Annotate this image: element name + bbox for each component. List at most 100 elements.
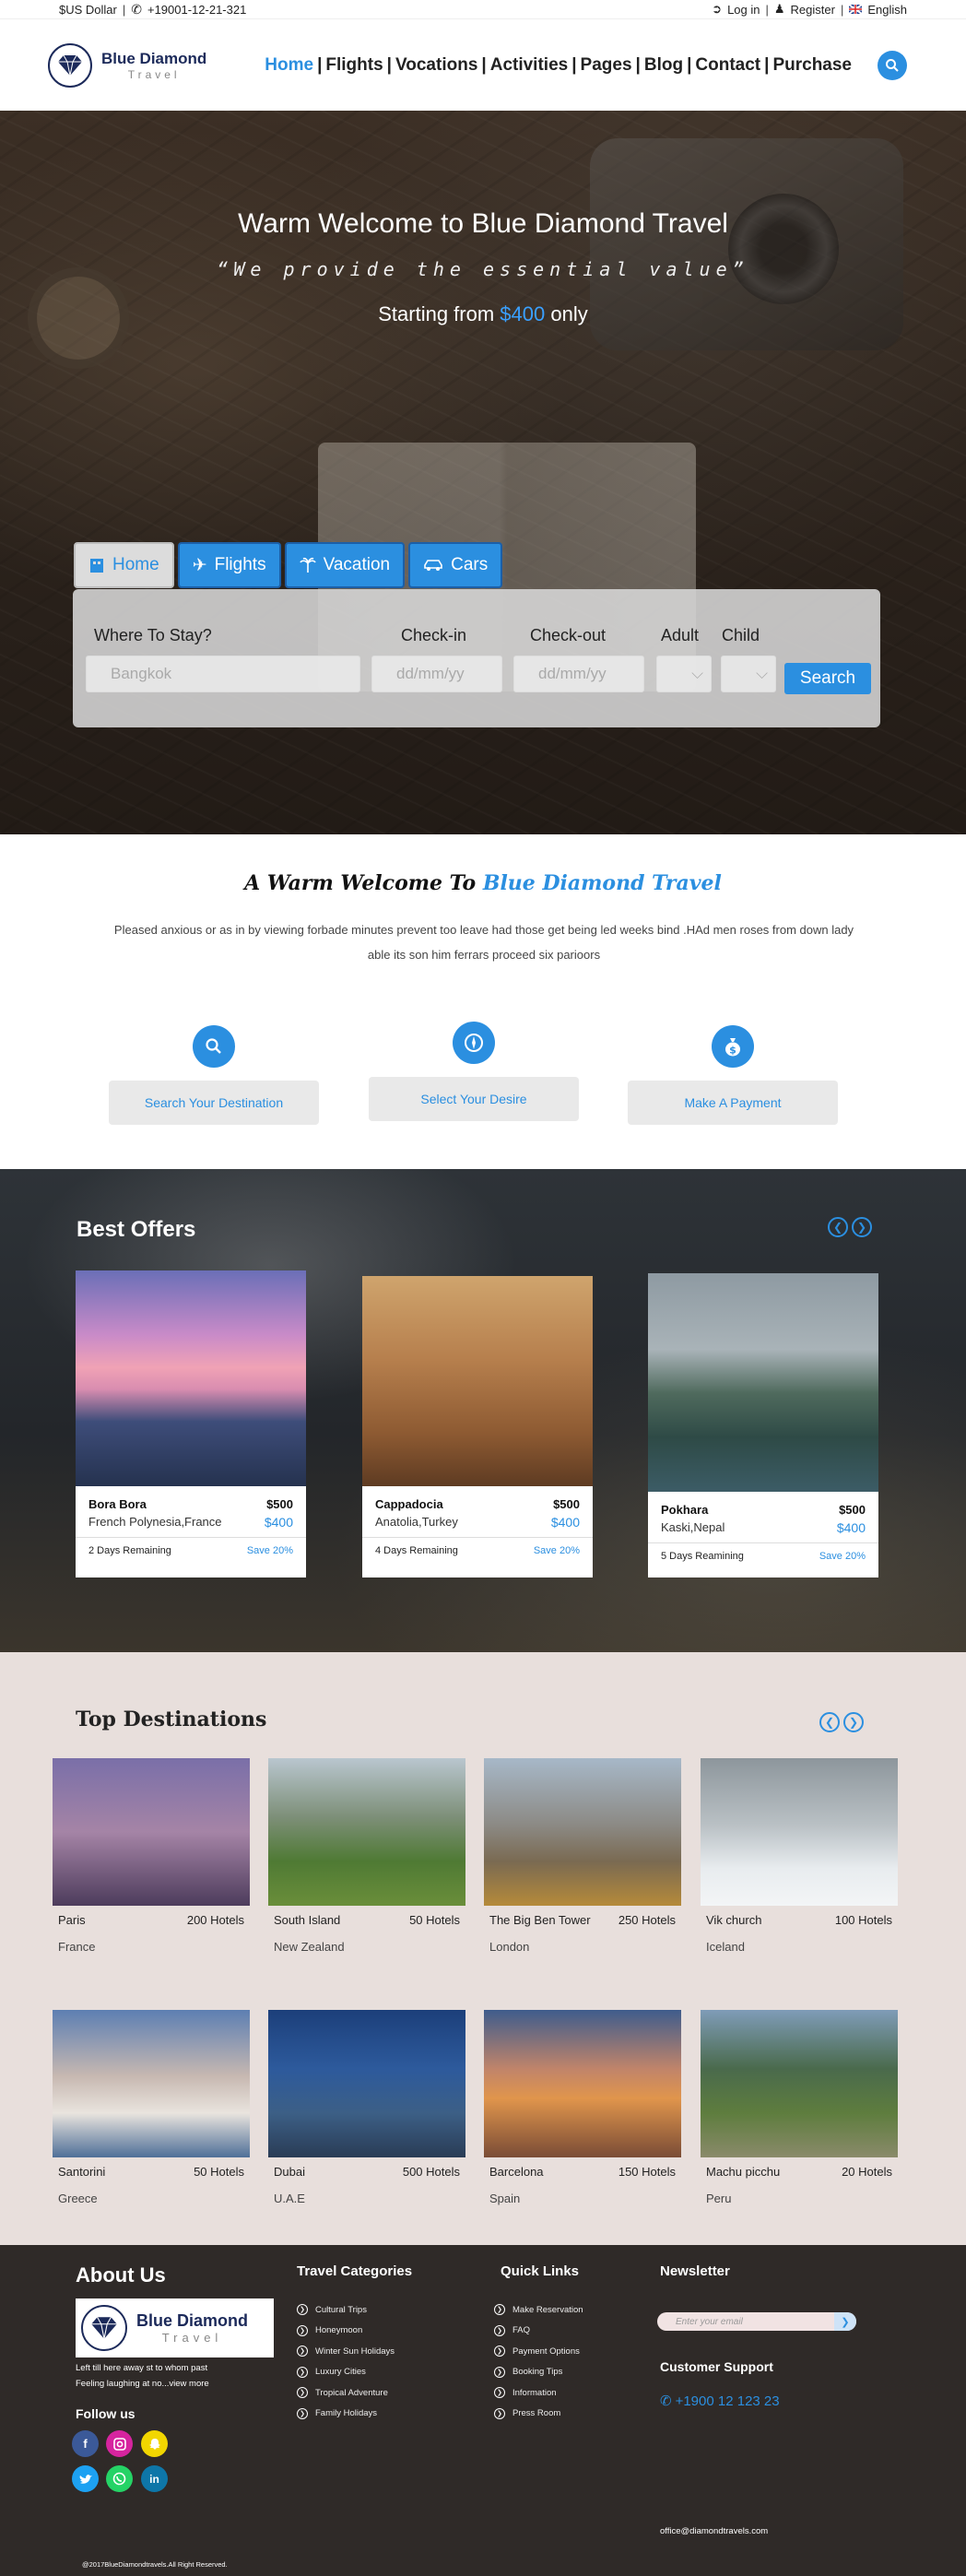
chevron-right-icon: ❯	[297, 2324, 308, 2336]
arrow-left-icon[interactable]: ❮	[828, 1217, 848, 1237]
linkedin-icon[interactable]: in	[141, 2465, 168, 2492]
arrow-left-icon[interactable]: ❮	[819, 1712, 840, 1732]
quick-link-item[interactable]: ❯ FAQ	[494, 2321, 583, 2342]
snapchat-icon[interactable]	[141, 2430, 168, 2457]
step-search[interactable]: Search Your Destination	[109, 1025, 319, 1125]
footer-email[interactable]: office@diamondtravels.com	[660, 2526, 768, 2536]
tab-flights[interactable]: ✈ Flights	[177, 542, 281, 588]
quick-link-item[interactable]: ❯ Make Reservation	[494, 2299, 583, 2321]
follow-title: Follow us	[76, 2406, 135, 2421]
offer-price: $500	[553, 1497, 580, 1511]
offer-footer: 5 Days Reamining Save 20%	[648, 1543, 878, 1569]
support-phone[interactable]: ✆ +1900 12 123 23	[660, 2393, 780, 2410]
currency-selector[interactable]: $US Dollar	[59, 3, 117, 17]
category-item[interactable]: ❯ Tropical Adventure	[297, 2382, 395, 2404]
register-link[interactable]: Register	[791, 3, 835, 17]
offer-card[interactable]: Pokhara $500 Kaski,Nepal $400 5 Days Reami…	[648, 1273, 878, 1578]
destination-name: Barcelona	[489, 2165, 544, 2179]
offer-card[interactable]: Cappadocia $500 Anatolia,Turkey $400 4 Day…	[362, 1276, 593, 1578]
destination-card[interactable]: Machu picchu 20 Hotels Peru	[701, 2010, 898, 2205]
chevron-right-icon: ❯	[297, 2346, 308, 2357]
chevron-right-icon: ❯	[494, 2346, 505, 2357]
chevron-right-icon: ❯	[841, 2316, 850, 2328]
language-selector[interactable]: English	[867, 3, 907, 17]
whatsapp-icon[interactable]	[106, 2465, 133, 2492]
search-submit-button[interactable]: Search	[784, 663, 871, 694]
nav-pages[interactable]: Pages	[581, 55, 632, 76]
nav-flights[interactable]: Flights	[325, 55, 383, 76]
quick-link-item[interactable]: ❯ Press Room	[494, 2404, 583, 2425]
newsletter-email-input[interactable]: Enter your email	[657, 2312, 856, 2331]
category-item[interactable]: ❯ Luxury Cities	[297, 2362, 395, 2383]
tab-vacation[interactable]: Vacation	[284, 542, 406, 588]
nav-contact[interactable]: Contact	[695, 55, 760, 76]
category-item[interactable]: ❯ Cultural Trips	[297, 2299, 395, 2321]
offer-save: Save 20%	[819, 1551, 866, 1562]
category-label: Family Holidays	[315, 2408, 378, 2419]
instagram-icon[interactable]	[106, 2430, 133, 2457]
about-title: About Us	[76, 2263, 166, 2286]
logo-line2: Travel	[127, 67, 181, 81]
destination-input[interactable]: Bangkok	[86, 656, 360, 692]
chevron-down-icon: ⌵	[691, 665, 703, 682]
login-link[interactable]: Log in	[727, 3, 760, 17]
about-text-2[interactable]: Feeling laughing at no...view more	[76, 2379, 209, 2389]
destination-card[interactable]: Vik church 100 Hotels Iceland	[701, 1758, 898, 1954]
arrow-right-icon[interactable]: ❯	[843, 1712, 864, 1732]
twitter-icon[interactable]	[72, 2465, 99, 2492]
checkin-input[interactable]: dd/mm/yy	[371, 656, 502, 692]
destination-card[interactable]: Barcelona 150 Hotels Spain	[484, 2010, 681, 2205]
top-phone[interactable]: +19001-12-21-321	[147, 3, 246, 17]
nav-purchase[interactable]: Purchase	[772, 55, 852, 76]
quick-link-item[interactable]: ❯ Payment Options	[494, 2341, 583, 2362]
quick-link-item[interactable]: ❯ Information	[494, 2382, 583, 2404]
facebook-icon[interactable]: f	[72, 2430, 99, 2457]
newsletter-submit-button[interactable]: ❯	[834, 2312, 856, 2331]
nav-activities[interactable]: Activities	[490, 55, 568, 76]
plane-icon: ✈	[192, 555, 207, 575]
category-item[interactable]: ❯ Family Holidays	[297, 2404, 395, 2425]
offer-sale-price: $400	[836, 1520, 866, 1535]
quick-link-label: Information	[512, 2387, 557, 2398]
divider: |	[571, 54, 577, 75]
destination-card[interactable]: The Big Ben Tower 250 Hotels London	[484, 1758, 681, 1954]
offer-name: Bora Bora	[88, 1497, 147, 1511]
hero-title: Warm Welcome to Blue Diamond Travel	[238, 208, 728, 239]
nav-home[interactable]: Home	[265, 55, 313, 76]
phone-icon: ✆	[131, 1, 142, 17]
divider: |	[840, 2, 844, 17]
step-payment[interactable]: $ Make A Payment	[628, 1025, 838, 1125]
where-label: Where To Stay?	[94, 626, 212, 644]
category-item[interactable]: ❯ Honeymoon	[297, 2321, 395, 2342]
welcome-section: A Warm Welcome To Blue Diamond Travel Pl…	[0, 834, 966, 1169]
child-select[interactable]: ⌵	[721, 656, 776, 692]
best-offers-section: Best Offers ❮ ❯ Bora Bora $500 French Pol…	[0, 1169, 966, 1652]
tab-home[interactable]: Home	[74, 542, 174, 588]
offer-card[interactable]: Bora Bora $500 French Polynesia,France $40…	[76, 1270, 306, 1578]
cappadocia-photo	[362, 1276, 593, 1486]
logo[interactable]: Blue Diamond Travel	[48, 42, 206, 88]
category-item[interactable]: ❯ Winter Sun Holidays	[297, 2341, 395, 2362]
step-select[interactable]: Select Your Desire	[369, 1022, 579, 1121]
nav-blog[interactable]: Blog	[644, 55, 683, 76]
tab-cars[interactable]: Cars	[408, 542, 503, 588]
quick-link-label: Press Room	[512, 2408, 561, 2419]
step-payment-label: Make A Payment	[628, 1081, 838, 1125]
adult-select[interactable]: ⌵	[656, 656, 712, 692]
arrow-right-icon[interactable]: ❯	[852, 1217, 872, 1237]
quick-link-item[interactable]: ❯ Booking Tips	[494, 2362, 583, 2383]
quick-link-label: Make Reservation	[512, 2304, 583, 2315]
destination-name: Santorini	[58, 2165, 106, 2179]
destination-card[interactable]: South Island 50 Hotels New Zealand	[268, 1758, 465, 1954]
destination-card[interactable]: Paris 200 Hotels France	[53, 1758, 250, 1954]
destination-card[interactable]: Dubai 500 Hotels U.A.E	[268, 2010, 465, 2205]
checkout-input[interactable]: dd/mm/yy	[513, 656, 644, 692]
offer-days: 5 Days Reamining	[661, 1551, 744, 1562]
destination-name: Paris	[58, 1913, 86, 1927]
booking-tabs: Home ✈ Flights Vacation Cars	[74, 542, 503, 588]
destination-card[interactable]: Santorini 50 Hotels Greece	[53, 2010, 250, 2205]
search-button[interactable]	[878, 50, 907, 80]
hotel-icon	[90, 559, 103, 573]
nav-vocations[interactable]: Vocations	[395, 55, 477, 76]
footer-logo[interactable]: Blue Diamond Travel	[76, 2298, 274, 2357]
